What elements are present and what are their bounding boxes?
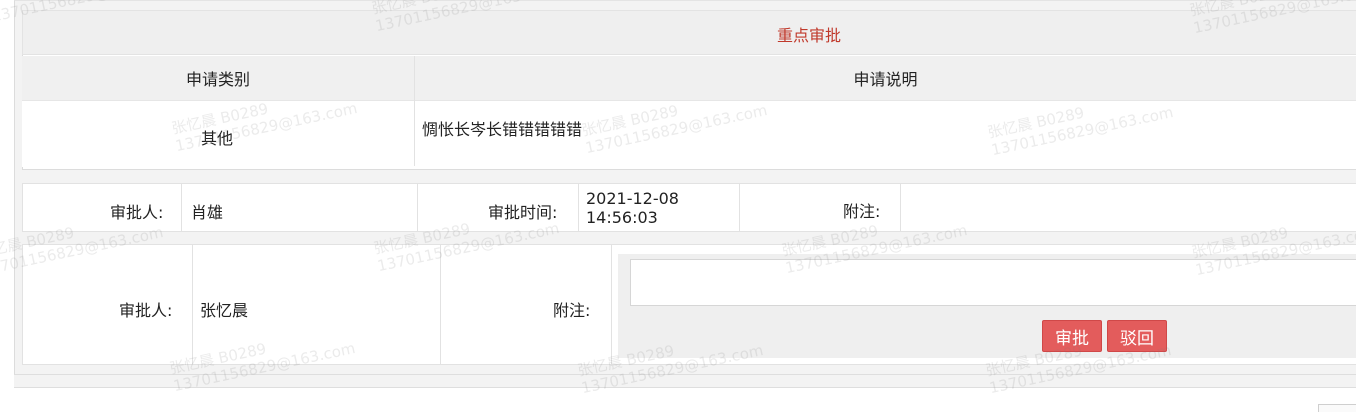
header-description: 申请说明 bbox=[853, 70, 918, 89]
approve-button[interactable]: 审批 bbox=[1042, 320, 1102, 352]
current-approver-value: 张忆晨 bbox=[200, 301, 249, 320]
column-divider bbox=[414, 56, 415, 166]
reject-button[interactable]: 驳回 bbox=[1107, 320, 1167, 352]
description-value: 惆怅长岑长错错错错错 bbox=[422, 120, 583, 139]
previous-approver-label: 审批人: bbox=[110, 203, 164, 222]
approval-time-label: 审批时间: bbox=[488, 203, 558, 222]
column-divider bbox=[192, 244, 193, 365]
approval-clock: 14:56:03 bbox=[586, 208, 658, 227]
bottom-strip bbox=[14, 374, 1356, 388]
note-input[interactable] bbox=[630, 259, 1356, 306]
column-divider bbox=[578, 183, 579, 232]
approval-time-value: 2021-12-08 14:56:03 bbox=[586, 189, 679, 227]
column-divider bbox=[739, 183, 740, 232]
previous-note-label: 附注: bbox=[843, 202, 881, 221]
current-note-label: 附注: bbox=[553, 301, 591, 320]
header-category: 申请类别 bbox=[22, 56, 415, 100]
section-title: 重点审批 bbox=[777, 26, 842, 45]
current-approver-label: 审批人: bbox=[119, 301, 173, 320]
previous-approver-value: 肖雄 bbox=[191, 203, 224, 222]
column-divider bbox=[417, 183, 418, 232]
column-divider bbox=[440, 244, 441, 365]
column-divider bbox=[611, 244, 612, 365]
section-title-bar: 重点审批 bbox=[22, 10, 1356, 55]
column-divider bbox=[900, 183, 901, 232]
category-value: 其他 bbox=[201, 129, 234, 148]
approval-date: 2021-12-08 bbox=[586, 189, 679, 208]
column-divider bbox=[181, 183, 182, 232]
